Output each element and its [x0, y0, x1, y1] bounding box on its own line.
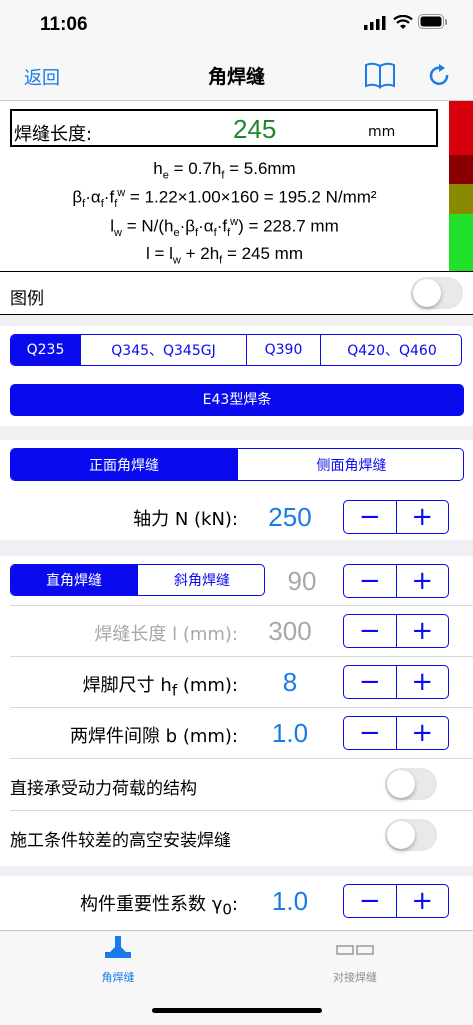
increment-button[interactable]: +: [397, 717, 449, 749]
formula-design-strength: βf·αf·ffw = 1.22×1.00×160 = 195.2 N/mm²: [72, 187, 377, 211]
leg-size-label: 焊脚尺寸 hf (mm):: [82, 675, 238, 700]
wifi-icon: [393, 15, 413, 29]
legend-label: 图例: [10, 289, 44, 309]
indicator-segment: [449, 101, 473, 155]
leg-size-stepper: − +: [343, 665, 449, 699]
increment-button[interactable]: +: [397, 501, 449, 533]
home-indicator: [152, 1008, 322, 1013]
indicator-segment: [449, 214, 473, 271]
weld-length-label: 焊缝长度 l (mm):: [94, 624, 238, 645]
dynamic-load-toggle[interactable]: [385, 768, 437, 800]
decrement-button[interactable]: −: [344, 501, 397, 533]
decrement-button[interactable]: −: [344, 717, 397, 749]
importance-value: 1.0: [271, 886, 309, 916]
formula-lw: lw = N/(he·βf·αf·ffw) = 228.7 mm: [110, 216, 339, 240]
divider: [10, 758, 473, 759]
increment-button[interactable]: +: [397, 885, 449, 917]
importance-stepper: − +: [343, 884, 449, 918]
divider: [10, 707, 473, 708]
axial-force-stepper: − +: [343, 500, 449, 534]
increment-button[interactable]: +: [397, 666, 449, 698]
decrement-button[interactable]: −: [344, 666, 397, 698]
steel-option-q235[interactable]: Q235: [11, 335, 81, 365]
steel-grade-segmented: Q235 Q345、Q345GJ Q390 Q420、Q460: [10, 334, 462, 366]
gap-stepper: − +: [343, 716, 449, 750]
tab-oblique-angle[interactable]: 斜角焊缝: [138, 565, 264, 595]
steel-option-q345[interactable]: Q345、Q345GJ: [81, 335, 247, 365]
tab-fillet-weld[interactable]: 角焊缝: [68, 969, 168, 985]
increment-button[interactable]: +: [397, 565, 449, 597]
weld-direction-segmented: 正面角焊缝 侧面角焊缝: [10, 448, 464, 481]
book-icon[interactable]: [364, 61, 396, 89]
divider: [10, 605, 473, 606]
tab-right-angle[interactable]: 直角焊缝: [11, 565, 138, 595]
refresh-icon[interactable]: [428, 63, 452, 89]
dynamic-load-label: 直接承受动力荷载的结构: [10, 779, 197, 799]
toggle-knob: [387, 770, 415, 798]
angle-type-segmented: 直角焊缝 斜角焊缝: [10, 564, 265, 596]
indicator-segment: [449, 184, 473, 214]
poor-condition-label: 施工条件较差的高空安装焊缝: [10, 831, 231, 851]
weld-length-result-label: 焊缝长度:: [14, 124, 93, 145]
angle-stepper: − +: [343, 564, 449, 598]
leg-size-value: 8: [282, 667, 298, 697]
tab-side-fillet[interactable]: 侧面角焊缝: [238, 449, 463, 480]
indicator-segment: [449, 155, 473, 184]
importance-label: 构件重要性系数 γ0:: [80, 894, 238, 919]
tab-butt-weld[interactable]: 对接焊缝: [305, 969, 405, 985]
steel-option-q390[interactable]: Q390: [247, 335, 321, 365]
gap-value: 1.0: [271, 718, 309, 748]
butt-weld-icon[interactable]: [336, 944, 374, 956]
weld-length-result-value: 245: [233, 114, 277, 144]
formula-total-length: l = lw + 2hf = 245 mm: [145, 244, 304, 267]
status-time: 11:06: [40, 14, 88, 35]
divider: [10, 810, 473, 811]
divider: [10, 656, 473, 657]
angle-value: 90: [287, 566, 317, 596]
steel-option-q420[interactable]: Q420、Q460: [321, 335, 461, 365]
axial-force-label: 轴力 N (kN):: [133, 509, 238, 530]
legend-row: [0, 271, 473, 315]
decrement-button[interactable]: −: [344, 615, 397, 647]
decrement-button[interactable]: −: [344, 565, 397, 597]
weld-length-result-unit: mm: [368, 124, 396, 140]
page-title: 角焊缝: [207, 66, 265, 88]
battery-icon: [418, 14, 447, 29]
electrode-button[interactable]: E43型焊条: [10, 384, 464, 416]
tab-front-fillet[interactable]: 正面角焊缝: [11, 449, 238, 480]
fillet-weld-icon[interactable]: [104, 934, 132, 960]
legend-toggle[interactable]: [411, 277, 463, 309]
toggle-knob: [387, 821, 415, 849]
formula-he: he = 0.7hf = 5.6mm: [153, 159, 296, 182]
signal-icon: [364, 16, 386, 30]
toggle-knob: [413, 279, 441, 307]
poor-condition-toggle[interactable]: [385, 819, 437, 851]
increment-button[interactable]: +: [397, 615, 449, 647]
weld-length-stepper: − +: [343, 614, 449, 648]
axial-force-value: 250: [268, 502, 312, 532]
gap-label: 两焊件间隙 b (mm):: [69, 726, 238, 747]
result-indicator-bar: [449, 101, 473, 271]
decrement-button[interactable]: −: [344, 885, 397, 917]
weld-length-value: 300: [268, 616, 312, 646]
